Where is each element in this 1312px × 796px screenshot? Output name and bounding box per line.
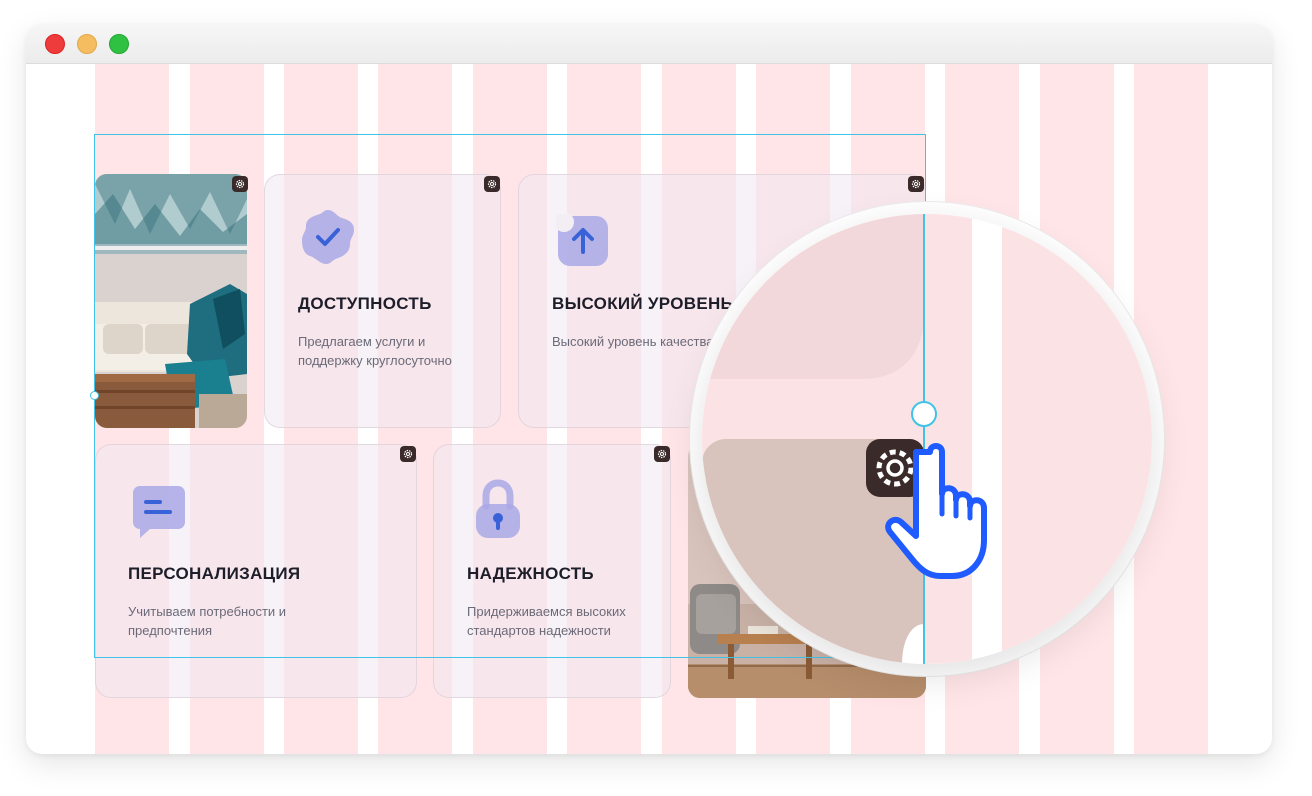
settings-gear-icon[interactable] xyxy=(908,176,924,192)
card-title: ВЫСОКИЙ УРОВЕНЬ xyxy=(552,294,734,313)
lock-icon xyxy=(470,478,526,547)
settings-gear-icon[interactable] xyxy=(232,176,248,192)
arrow-up-square-icon xyxy=(554,212,610,273)
zoom-magnifier xyxy=(702,214,1152,664)
settings-gear-icon[interactable] xyxy=(400,446,416,462)
card-title: НАДЕЖНОСТЬ xyxy=(467,564,594,583)
maximize-window-button[interactable] xyxy=(109,34,129,54)
close-window-button[interactable] xyxy=(45,34,65,54)
settings-gear-icon[interactable] xyxy=(484,176,500,192)
living-room-photo[interactable] xyxy=(95,174,247,428)
browser-window: ДОСТУПНОСТЬ Предлагаем услуги и поддержк… xyxy=(26,24,1272,754)
badge-check-icon xyxy=(298,206,358,271)
card-title: ПЕРСОНАЛИЗАЦИЯ xyxy=(128,564,301,583)
minimize-window-button[interactable] xyxy=(77,34,97,54)
card-title: ДОСТУПНОСТЬ xyxy=(298,294,432,313)
card-description: Предлагаем услуги и поддержку круглосуто… xyxy=(298,334,452,368)
card-description: Учитываем потребности и предпочтения xyxy=(128,604,287,638)
chat-bubble-icon xyxy=(130,482,188,545)
card-description: Придерживаемся высоких стандартов надежн… xyxy=(467,604,626,638)
settings-gear-icon[interactable] xyxy=(654,446,670,462)
resize-handle-left[interactable] xyxy=(90,391,99,400)
window-titlebar xyxy=(26,24,1272,64)
